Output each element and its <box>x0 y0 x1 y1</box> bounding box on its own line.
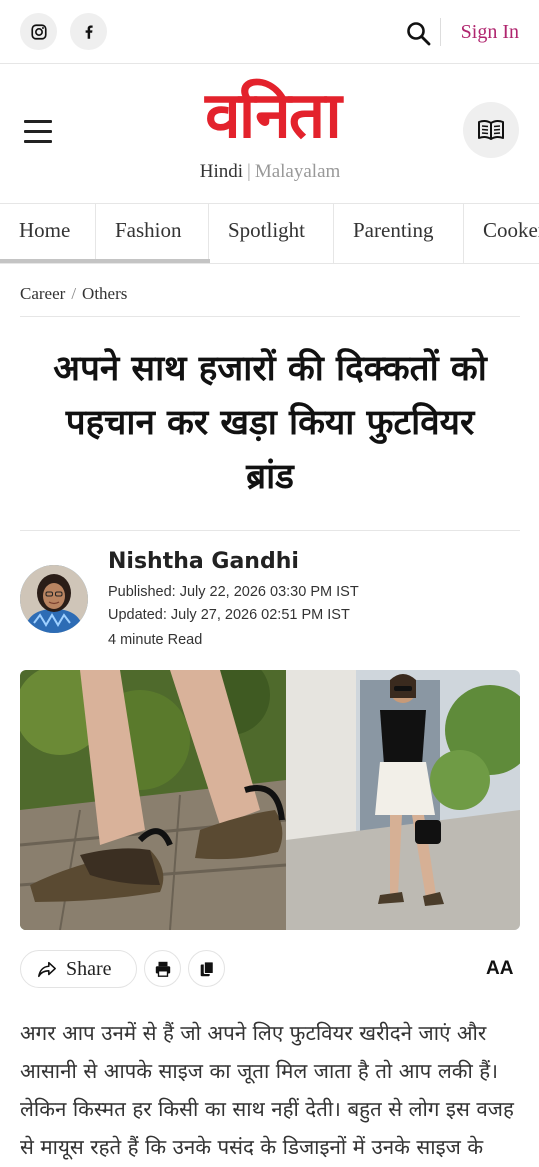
divider <box>20 316 520 317</box>
category-nav: Home Fashion Spotlight Parenting Cookery <box>0 204 539 264</box>
tab-spotlight[interactable]: Spotlight <box>209 204 334 263</box>
tab-fashion[interactable]: Fashion <box>96 204 209 263</box>
read-time: 4 minute Read <box>108 632 203 648</box>
author-avatar[interactable] <box>20 565 88 633</box>
facebook-button[interactable] <box>70 13 107 50</box>
print-icon <box>155 961 170 977</box>
divider <box>20 530 520 531</box>
copy-icon <box>200 960 214 976</box>
lang-separator: | <box>247 161 251 182</box>
print-button[interactable] <box>144 950 181 987</box>
author-name[interactable]: Nishtha Gandhi <box>108 546 299 578</box>
article-title: अपने साथ हजारों की दिक्कतों को पहचान कर … <box>53 349 487 497</box>
brand-header: वनिता Hindi | Malayalam <box>0 64 539 204</box>
instagram-button[interactable] <box>20 13 57 50</box>
menu-icon[interactable] <box>24 120 52 143</box>
share-icon <box>38 961 56 978</box>
language-switcher: Hindi | Malayalam <box>140 160 400 184</box>
tab-home[interactable]: Home <box>0 204 96 263</box>
text-size-button[interactable]: AA <box>486 956 513 982</box>
book-icon <box>478 119 504 140</box>
copy-button[interactable] <box>188 950 225 987</box>
updated-date: Updated: July 27, 2026 02:51 PM IST <box>108 607 350 623</box>
tab-parenting[interactable]: Parenting <box>334 204 464 263</box>
breadcrumb-career[interactable]: Career <box>20 284 65 303</box>
top-bar: Sign In <box>0 0 539 64</box>
facebook-icon <box>85 24 93 39</box>
breadcrumb: Career / Others <box>20 282 127 306</box>
share-button[interactable]: Share <box>20 950 137 988</box>
site-logo[interactable]: वनिता <box>165 76 380 156</box>
search-button[interactable] <box>405 20 433 48</box>
published-date: Published: July 22, 2026 03:30 PM IST <box>108 584 359 600</box>
tab-cookery[interactable]: Cookery <box>464 204 539 263</box>
author-photo <box>20 565 88 633</box>
breadcrumb-separator: / <box>71 284 77 303</box>
sandals-photo <box>20 670 520 930</box>
nav-scroll-indicator <box>0 259 210 263</box>
instagram-icon <box>30 23 47 40</box>
search-icon <box>407 22 431 46</box>
article-hero-image <box>20 670 520 930</box>
breadcrumb-others[interactable]: Others <box>82 284 127 303</box>
lang-hindi-link[interactable]: Hindi <box>200 161 243 182</box>
article-body: अगर आप उनमें से हैं जो अपने लिए फुटवियर … <box>20 1021 514 1159</box>
share-label: Share <box>66 957 112 980</box>
magazine-button[interactable] <box>463 102 519 158</box>
sign-in-link[interactable]: Sign In <box>440 18 532 46</box>
lang-malayalam-link[interactable]: Malayalam <box>255 161 340 182</box>
